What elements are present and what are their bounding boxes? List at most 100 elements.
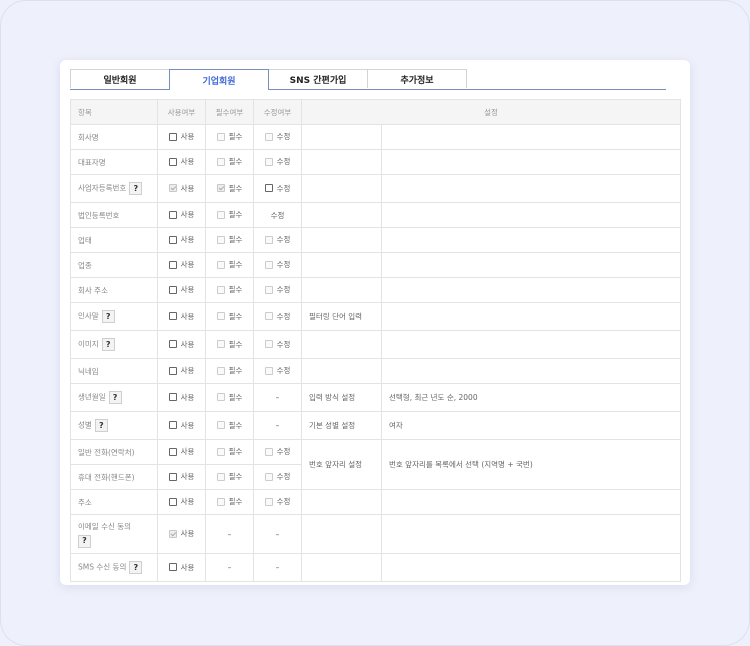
edit-label: 수정 <box>276 132 291 142</box>
edit-dash: – <box>275 563 280 572</box>
tab-corporate-member[interactable]: 기업회원 <box>169 69 269 90</box>
edit-checkbox <box>264 447 273 456</box>
edit-label: 수정 <box>276 472 291 482</box>
required-checkbox <box>216 132 225 141</box>
row-label: 법인등록번호 <box>78 210 120 220</box>
required-checkbox <box>216 184 225 193</box>
use-label: 사용 <box>180 132 195 142</box>
use-label: 사용 <box>180 210 195 220</box>
edit-label: 수정 <box>276 183 291 193</box>
table-row: 법인등록번호 사용 필수 수정 <box>70 202 681 228</box>
help-icon[interactable]: ? <box>129 561 143 574</box>
use-label: 사용 <box>180 157 195 167</box>
row-label: 일반 전화(연락처) <box>78 447 135 457</box>
use-label: 사용 <box>180 529 195 539</box>
table-row: 회사 주소 사용 필수 수정 <box>70 277 681 303</box>
required-checkbox <box>216 235 225 244</box>
required-label: 필수 <box>228 472 243 482</box>
use-checkbox[interactable] <box>168 421 177 430</box>
edit-plain-label: 수정 <box>270 210 285 220</box>
tab-additional-info[interactable]: 추가정보 <box>367 69 467 88</box>
row-label: 생년월일 <box>78 392 106 402</box>
required-label: 필수 <box>228 132 243 142</box>
row-label: 회사명 <box>78 132 99 142</box>
header-editable: 수정여부 <box>253 99 302 125</box>
use-checkbox[interactable] <box>168 157 177 166</box>
edit-label: 수정 <box>276 311 291 321</box>
edit-checkbox[interactable] <box>264 184 273 193</box>
use-label: 사용 <box>180 235 195 245</box>
use-checkbox <box>168 184 177 193</box>
use-checkbox[interactable] <box>168 497 177 506</box>
use-checkbox[interactable] <box>168 285 177 294</box>
use-label: 사용 <box>180 472 195 482</box>
use-checkbox[interactable] <box>168 393 177 402</box>
edit-dash: – <box>275 529 280 539</box>
required-label: 필수 <box>228 210 243 220</box>
required-checkbox <box>216 340 225 349</box>
edit-label: 수정 <box>276 235 291 245</box>
edit-checkbox <box>264 366 273 375</box>
required-checkbox <box>216 366 225 375</box>
help-icon[interactable]: ? <box>78 534 91 548</box>
required-checkbox <box>216 393 225 402</box>
table-row: 회사명 사용 필수 수정 <box>70 124 681 150</box>
use-checkbox[interactable] <box>168 260 177 269</box>
use-checkbox[interactable] <box>168 210 177 219</box>
required-label: 필수 <box>228 311 243 321</box>
use-checkbox[interactable] <box>168 447 177 456</box>
required-label: 필수 <box>228 235 243 245</box>
edit-checkbox <box>264 312 273 321</box>
use-label: 사용 <box>180 183 195 193</box>
row-label: 업종 <box>78 260 92 270</box>
tab-general-member[interactable]: 일반회원 <box>70 69 170 88</box>
tab-sns-signup[interactable]: SNS 간편가입 <box>268 69 368 88</box>
setting-key: 입력 방식 설정 <box>309 393 356 402</box>
help-icon[interactable]: ? <box>101 310 115 323</box>
help-icon[interactable]: ? <box>129 182 143 195</box>
edit-checkbox <box>264 235 273 244</box>
table-row: SMS 수신 동의? 사용 – – <box>70 553 681 582</box>
help-icon[interactable]: ? <box>101 338 115 351</box>
use-label: 사용 <box>180 420 195 430</box>
use-checkbox[interactable] <box>168 563 177 572</box>
table-row: 닉네임 사용 필수 수정 <box>70 358 681 384</box>
setting-value: 여자 <box>389 421 403 430</box>
use-checkbox[interactable] <box>168 366 177 375</box>
help-icon[interactable]: ? <box>108 391 122 404</box>
edit-checkbox <box>264 157 273 166</box>
help-icon[interactable]: ? <box>94 419 108 432</box>
edit-label: 수정 <box>276 497 291 507</box>
table-row: 사업자등록번호? 사용 필수 수정 <box>70 174 681 203</box>
use-checkbox[interactable] <box>168 235 177 244</box>
use-checkbox[interactable] <box>168 312 177 321</box>
edit-checkbox <box>264 497 273 506</box>
required-dash: – <box>227 563 232 572</box>
use-label: 사용 <box>180 311 195 321</box>
table-header-row: 항목 사용여부 필수여부 수정여부 설정 <box>70 99 681 125</box>
use-checkbox[interactable] <box>168 340 177 349</box>
required-label: 필수 <box>228 366 243 376</box>
edit-checkbox <box>264 472 273 481</box>
required-label: 필수 <box>228 497 243 507</box>
use-checkbox <box>168 529 177 538</box>
use-checkbox[interactable] <box>168 472 177 481</box>
row-label: 인사말 <box>78 311 99 321</box>
row-label: 대표자명 <box>78 157 106 167</box>
table-row: 대표자명 사용 필수 수정 <box>70 149 681 175</box>
table-row: 업종 사용 필수 수정 <box>70 252 681 278</box>
member-type-tabs: 일반회원 기업회원 SNS 간편가입 추가정보 <box>70 69 666 90</box>
required-checkbox <box>216 210 225 219</box>
row-label: 닉네임 <box>78 366 99 376</box>
row-label: 휴대 전화(핸드폰) <box>78 472 135 482</box>
row-label: 회사 주소 <box>78 285 108 295</box>
row-label: 이미지 <box>78 339 99 349</box>
use-checkbox[interactable] <box>168 132 177 141</box>
header-required: 필수여부 <box>205 99 254 125</box>
row-label: 업태 <box>78 235 92 245</box>
use-label: 사용 <box>180 339 195 349</box>
required-label: 필수 <box>228 183 243 193</box>
required-dash: – <box>227 529 232 539</box>
use-label: 사용 <box>180 366 195 376</box>
row-label: 주소 <box>78 497 92 507</box>
